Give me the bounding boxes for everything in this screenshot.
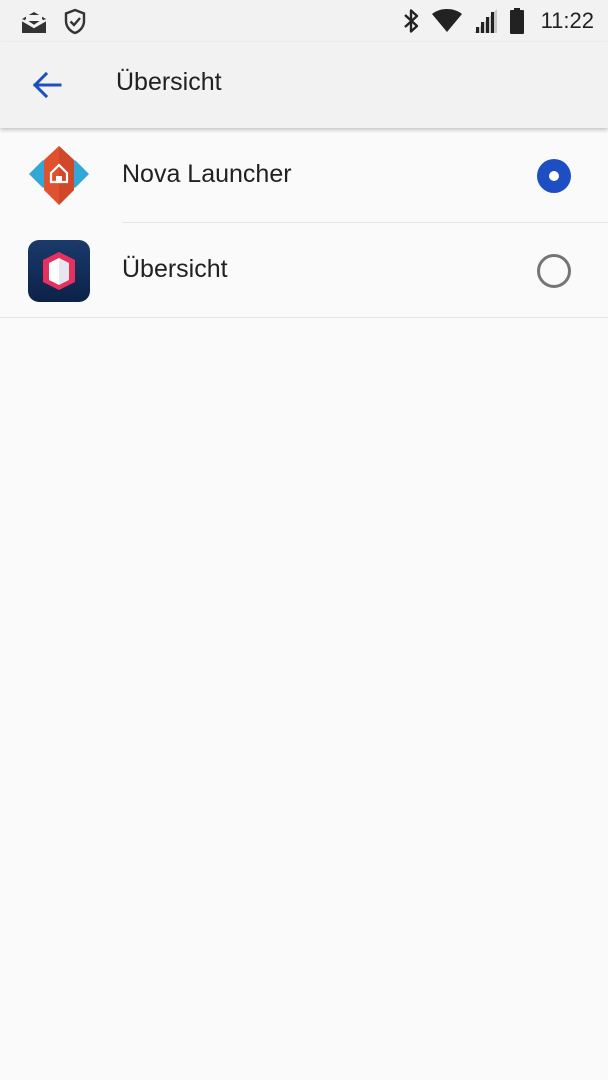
app-bar: Übersicht xyxy=(0,42,608,128)
screen: 11:22 Übersicht Nova Launcher Übersicht xyxy=(0,0,608,1080)
launcher-options-list: Nova Launcher Übersicht xyxy=(0,128,608,318)
radio-dot xyxy=(549,171,559,181)
list-item-nova-launcher[interactable]: Nova Launcher xyxy=(0,128,608,223)
radio-unselected[interactable] xyxy=(537,254,571,288)
back-button[interactable] xyxy=(22,62,72,108)
list-item-uebersicht[interactable]: Übersicht xyxy=(0,223,608,318)
option-label-nova-launcher: Nova Launcher xyxy=(122,160,292,188)
radio-selected[interactable] xyxy=(537,159,571,193)
wifi-icon xyxy=(431,9,462,32)
shield-check-icon xyxy=(64,8,86,35)
cell-signal-icon xyxy=(473,9,497,33)
mail-icon xyxy=(21,11,47,33)
battery-icon xyxy=(509,8,524,34)
arrow-back-icon xyxy=(32,71,62,99)
status-bar-time: 11:22 xyxy=(540,8,594,33)
page-title: Übersicht xyxy=(116,68,222,96)
nova-launcher-icon xyxy=(29,146,89,205)
option-label-uebersicht: Übersicht xyxy=(122,255,228,283)
divider xyxy=(0,317,608,318)
status-bar: 11:22 xyxy=(0,0,608,42)
uebersicht-app-icon xyxy=(28,240,90,302)
bluetooth-icon xyxy=(403,9,418,33)
